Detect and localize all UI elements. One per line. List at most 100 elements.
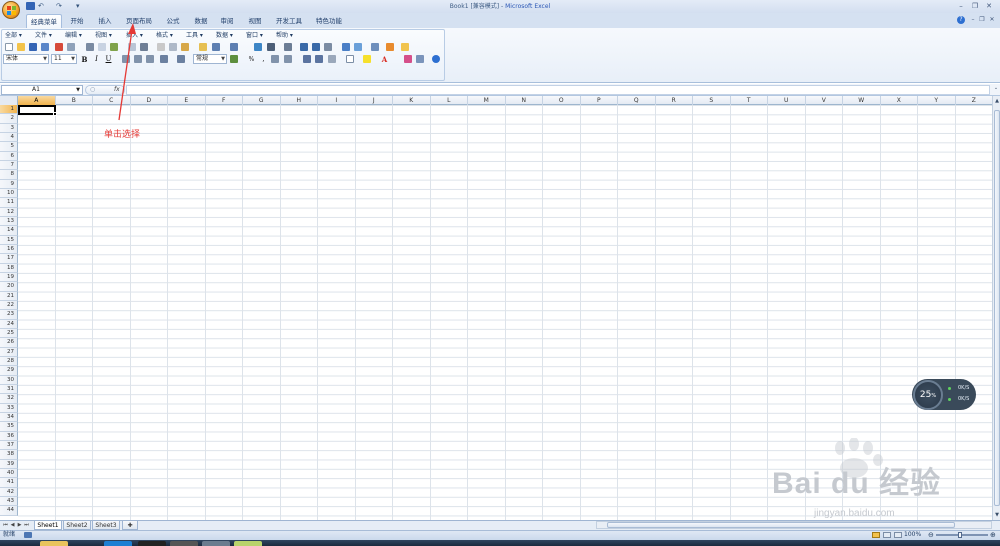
- row-header-24[interactable]: 24: [0, 319, 18, 329]
- row-header-16[interactable]: 16: [0, 244, 18, 255]
- cut-icon[interactable]: [157, 43, 165, 51]
- tab-home[interactable]: 开始: [64, 14, 90, 28]
- sheet-tab-2[interactable]: Sheet2: [63, 521, 91, 530]
- minimize-button[interactable]: –: [955, 1, 967, 11]
- column-header-s[interactable]: S: [693, 96, 731, 105]
- tab-classic-menu[interactable]: 经典菜单: [26, 14, 62, 28]
- menu-format[interactable]: 格式 ▾: [156, 31, 173, 40]
- column-header-b[interactable]: B: [56, 96, 93, 105]
- sort-descending-icon[interactable]: [312, 43, 320, 51]
- restore-button[interactable]: ❐: [969, 1, 981, 11]
- row-header-30[interactable]: 30: [0, 375, 18, 385]
- zoom-out-icon[interactable]: ⊖: [928, 530, 934, 540]
- column-header-a[interactable]: A: [18, 96, 56, 105]
- column-header-k[interactable]: K: [393, 96, 431, 105]
- menu-tools[interactable]: 工具 ▾: [186, 31, 203, 40]
- wrap-text-icon[interactable]: [177, 55, 185, 63]
- row-header-10[interactable]: 10: [0, 188, 18, 199]
- row-header-8[interactable]: 8: [0, 170, 18, 180]
- column-header-e[interactable]: E: [168, 96, 206, 105]
- row-header-3[interactable]: 3: [0, 123, 18, 133]
- page-break-view-icon[interactable]: [894, 532, 902, 538]
- scroll-up-icon[interactable]: ▲: [993, 98, 1000, 105]
- print-icon[interactable]: [86, 43, 94, 51]
- row-header-21[interactable]: 21: [0, 291, 18, 301]
- menu-all[interactable]: 全部 ▾: [5, 31, 22, 40]
- column-header-j[interactable]: J: [356, 96, 393, 105]
- column-header-i[interactable]: I: [318, 96, 356, 105]
- row-header-43[interactable]: 43: [0, 496, 18, 507]
- row-header-34[interactable]: 34: [0, 412, 18, 423]
- column-header-q[interactable]: Q: [618, 96, 656, 105]
- autosum-icon[interactable]: [267, 43, 275, 51]
- sheet-tab-1[interactable]: Sheet1: [34, 521, 62, 530]
- column-header-f[interactable]: F: [206, 96, 243, 105]
- tab-special-features[interactable]: 特色功能: [310, 14, 348, 28]
- print-preview-icon[interactable]: [67, 43, 75, 51]
- row-header-17[interactable]: 17: [0, 254, 18, 264]
- taskbar-folder-icon[interactable]: [40, 541, 68, 546]
- zoom-slider-knob[interactable]: [958, 532, 962, 538]
- row-header-9[interactable]: 9: [0, 179, 18, 189]
- row-header-41[interactable]: 41: [0, 478, 18, 488]
- row-header-7[interactable]: 7: [0, 160, 18, 171]
- row-header-32[interactable]: 32: [0, 394, 18, 404]
- select-all-corner[interactable]: [0, 96, 18, 105]
- help-circle-icon[interactable]: [432, 55, 440, 63]
- page-layout-view-icon[interactable]: [883, 532, 891, 538]
- column-header-p[interactable]: P: [581, 96, 618, 105]
- office-button[interactable]: [2, 1, 20, 19]
- row-header-36[interactable]: 36: [0, 431, 18, 441]
- column-header-o[interactable]: O: [543, 96, 581, 105]
- percent-button[interactable]: %: [247, 55, 256, 64]
- row-header-29[interactable]: 29: [0, 366, 18, 376]
- row-header-38[interactable]: 38: [0, 450, 18, 460]
- tab-formulas[interactable]: 公式: [160, 14, 186, 28]
- merge-center-icon[interactable]: [160, 55, 168, 63]
- last-sheet-icon[interactable]: ⏭: [23, 521, 30, 529]
- conditional-format-icon[interactable]: [328, 55, 336, 63]
- scroll-down-icon[interactable]: ▼: [993, 512, 1000, 519]
- drawing-icon[interactable]: [354, 43, 362, 51]
- menu-file[interactable]: 文件 ▾: [35, 31, 52, 40]
- zoom-icon[interactable]: [371, 43, 379, 51]
- active-cell[interactable]: [18, 105, 56, 115]
- fill-color-icon[interactable]: [363, 55, 371, 63]
- taskbar-browser-icon[interactable]: [104, 541, 132, 546]
- row-header-2[interactable]: 2: [0, 114, 18, 124]
- number-format-select[interactable]: 常规 ▼: [193, 54, 227, 64]
- borders-icon[interactable]: [346, 55, 354, 63]
- save-icon[interactable]: [29, 43, 37, 51]
- increase-decimal-icon[interactable]: [271, 55, 279, 63]
- copy-icon[interactable]: [169, 43, 177, 51]
- vertical-scrollbar[interactable]: ▲ ▼: [992, 96, 1000, 520]
- expand-formula-icon[interactable]: ⌄: [992, 85, 1000, 92]
- insert-function-icon[interactable]: [284, 43, 292, 51]
- next-sheet-icon[interactable]: ▶: [16, 521, 23, 529]
- row-header-18[interactable]: 18: [0, 263, 18, 273]
- font-size-select[interactable]: 11 ▼: [51, 54, 77, 64]
- pdf-icon[interactable]: [55, 43, 63, 51]
- row-header-23[interactable]: 23: [0, 310, 18, 320]
- prev-sheet-icon[interactable]: ◀: [9, 521, 16, 529]
- name-box[interactable]: A1 ▼: [1, 85, 83, 95]
- tab-view[interactable]: 视图: [242, 14, 268, 28]
- menu-window[interactable]: 窗口 ▾: [246, 31, 263, 40]
- row-header-22[interactable]: 22: [0, 300, 18, 311]
- help-toolbar-icon[interactable]: [386, 43, 394, 51]
- find-icon[interactable]: [416, 55, 424, 63]
- menu-data[interactable]: 数据 ▾: [216, 31, 233, 40]
- row-header-40[interactable]: 40: [0, 468, 18, 479]
- row-header-1[interactable]: 1: [0, 105, 18, 115]
- filter-icon[interactable]: [324, 43, 332, 51]
- row-header-11[interactable]: 11: [0, 198, 18, 208]
- font-name-select[interactable]: 宋体 ▼: [3, 54, 49, 64]
- normal-view-icon[interactable]: [872, 532, 880, 538]
- paste-icon[interactable]: [181, 43, 189, 51]
- taskbar-app2-icon[interactable]: [170, 541, 198, 546]
- row-header-44[interactable]: 44: [0, 506, 18, 516]
- taskbar-app-icon[interactable]: [138, 541, 166, 546]
- ribbon-close-icon[interactable]: ✕: [986, 15, 998, 25]
- column-header-x[interactable]: X: [881, 96, 918, 105]
- tab-review[interactable]: 审阅: [214, 14, 240, 28]
